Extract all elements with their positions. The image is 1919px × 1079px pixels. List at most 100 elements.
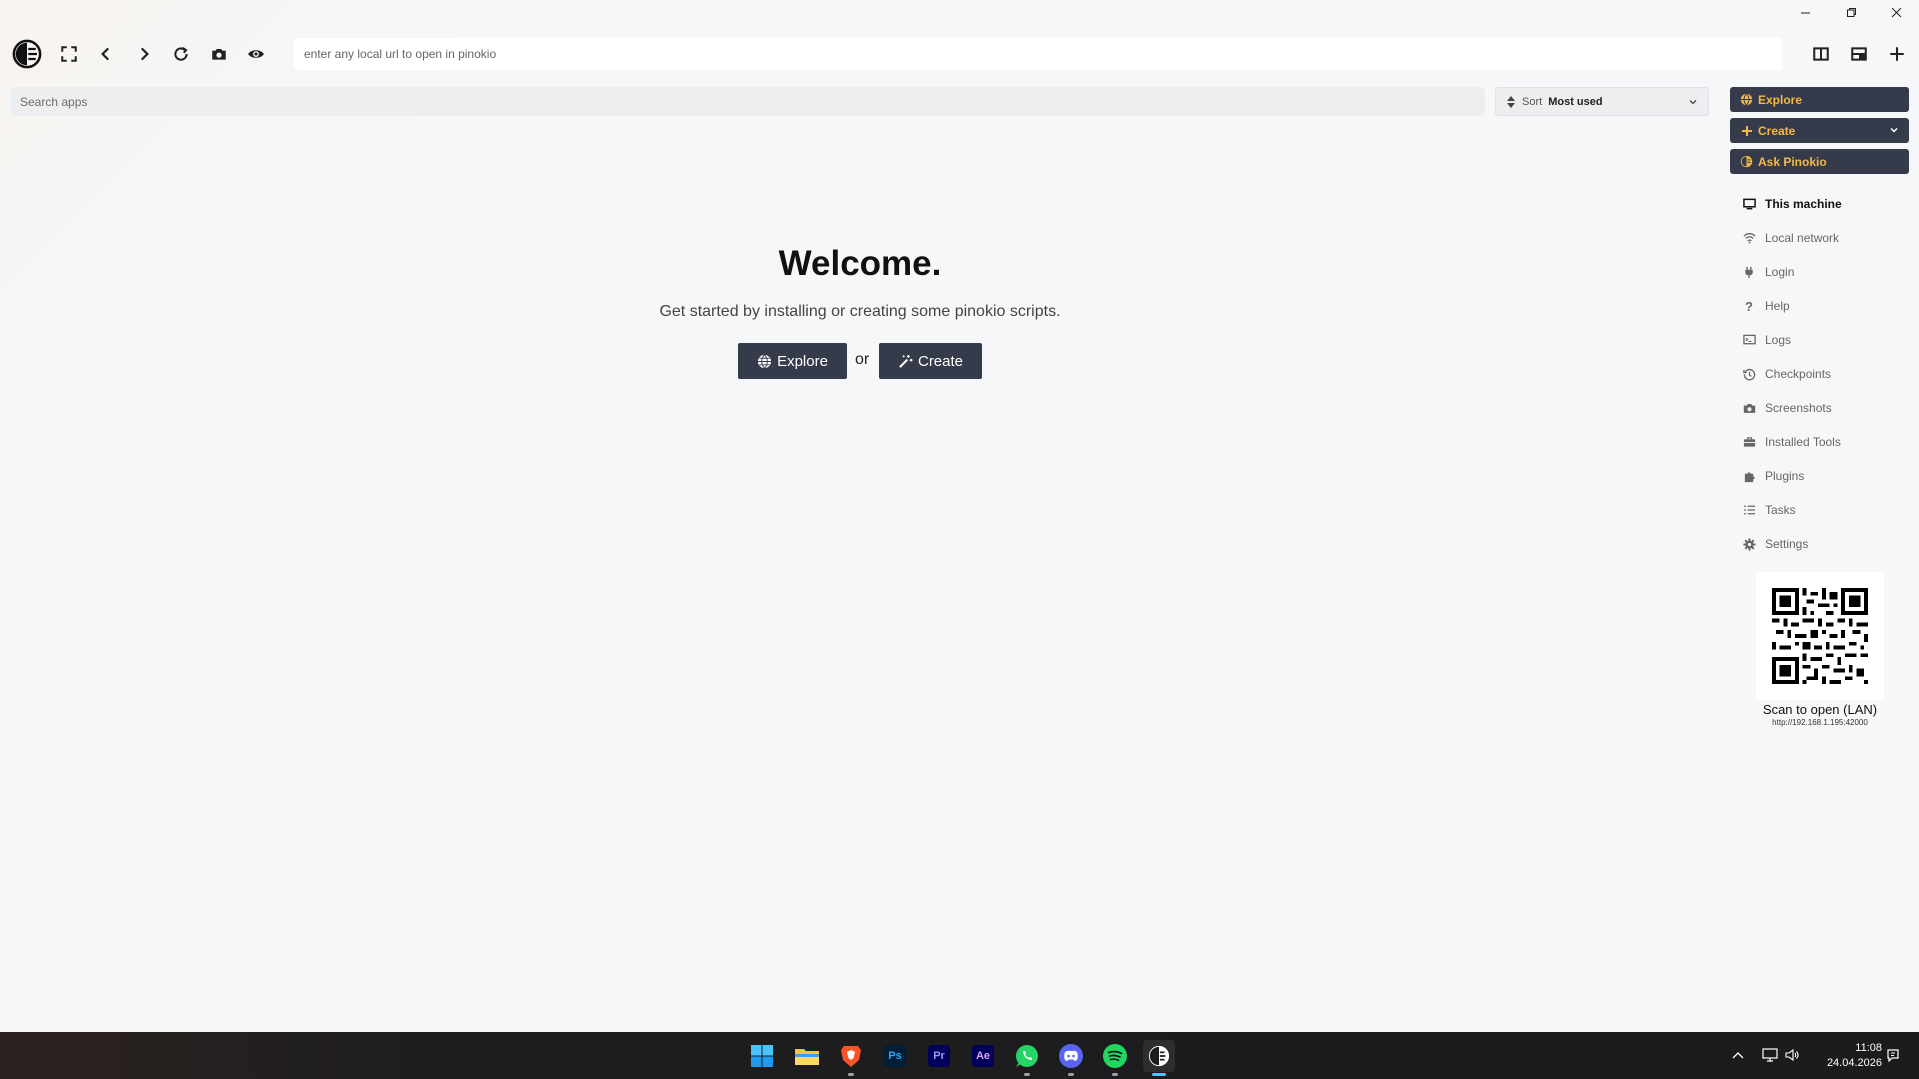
sidebar-item-this-machine[interactable]: This machine [1742, 187, 1912, 221]
explore-button-label: Explore [777, 352, 828, 370]
create-button[interactable]: Create [879, 343, 982, 379]
sidebar-explore-label: Explore [1758, 92, 1803, 107]
speaker-icon [1785, 1048, 1799, 1062]
sidebar-ask-label: Ask Pinokio [1758, 154, 1827, 169]
tray-overflow-button[interactable] [1729, 1046, 1747, 1064]
sidebar-item-checkpoints[interactable]: Checkpoints [1742, 357, 1912, 391]
notification-icon [1887, 1049, 1899, 1062]
sidebar-nav: This machine Local network Login ? Help … [1742, 187, 1912, 561]
sidebar-item-label: Settings [1765, 537, 1809, 551]
camera-icon [1742, 401, 1756, 415]
sidebar-item-label: Installed Tools [1765, 435, 1841, 449]
page-title: Welcome. [778, 244, 942, 283]
close-button[interactable] [1873, 0, 1919, 24]
tray-volume-button[interactable] [1783, 1046, 1801, 1064]
minimize-icon [1800, 12, 1810, 13]
sidebar-item-label: Local network [1765, 231, 1840, 245]
qr-url: http://192.168.1.195:42000 [1772, 718, 1868, 727]
plus-icon [1740, 124, 1753, 137]
sidebar-item-label: Logs [1765, 333, 1792, 347]
photoshop-icon: Ps [884, 1045, 906, 1067]
close-icon [1891, 7, 1901, 17]
sidebar-item-local-network[interactable]: Local network [1742, 221, 1912, 255]
sidebar-item-label: This machine [1765, 197, 1842, 211]
sort-icon [1507, 95, 1515, 108]
screenshot-button[interactable] [203, 38, 235, 70]
taskbar-brave[interactable] [835, 1040, 867, 1076]
taskbar-spotify[interactable] [1099, 1040, 1131, 1076]
sort-label: Sort [1522, 95, 1543, 108]
fullscreen-button[interactable] [53, 38, 85, 70]
home-button[interactable] [10, 37, 44, 71]
start-icon [751, 1045, 773, 1067]
sort-select[interactable]: Sort Most used [1495, 87, 1709, 116]
pinokio-icon [1740, 155, 1753, 168]
taskbar-whatsapp[interactable] [1011, 1040, 1043, 1076]
page-subtitle: Get started by installing or creating so… [659, 303, 1061, 320]
sidebar-explore-button[interactable]: Explore [1730, 87, 1909, 112]
taskbar-clock[interactable]: 11:08 24.04.2026 [1810, 1041, 1882, 1071]
title-bar [0, 0, 1919, 30]
monitor-icon [1742, 197, 1756, 211]
taskbar-photoshop[interactable]: Ps [879, 1040, 911, 1072]
puzzle-icon [1742, 469, 1756, 483]
sidebar-create-button[interactable]: Create [1730, 118, 1909, 143]
sidebar-item-tasks[interactable]: Tasks [1742, 493, 1912, 527]
after-effects-label: Ae [975, 1050, 991, 1062]
split-vertical-button[interactable] [1805, 38, 1837, 70]
or-text: or [855, 351, 870, 368]
terminal-icon [1742, 333, 1756, 347]
pinokio-logo-icon [12, 39, 42, 69]
new-tab-button[interactable] [1881, 38, 1913, 70]
discord-icon [1059, 1044, 1083, 1068]
sidebar-item-logs[interactable]: Logs [1742, 323, 1912, 357]
toolbar [0, 34, 1919, 74]
sidebar-item-label: Checkpoints [1765, 367, 1832, 381]
sidebar-item-installed-tools[interactable]: Installed Tools [1742, 425, 1912, 459]
taskbar-discord[interactable] [1055, 1040, 1087, 1076]
url-input[interactable] [294, 38, 1782, 70]
search-input[interactable] [10, 87, 1485, 116]
taskbar: Ps Pr Ae [0, 1032, 1919, 1079]
running-indicator [848, 1073, 854, 1076]
sidebar-item-label: Login [1765, 265, 1795, 279]
taskbar-pinokio[interactable] [1143, 1040, 1175, 1076]
reload-icon [174, 46, 188, 61]
notifications-button[interactable] [1884, 1046, 1902, 1064]
sidebar-item-help[interactable]: ? Help [1742, 289, 1912, 323]
chevron-down-icon [1889, 124, 1899, 138]
question-icon: ? [1745, 298, 1753, 314]
plug-icon [1742, 265, 1756, 279]
sidebar-ask-button[interactable]: Ask Pinokio [1730, 149, 1909, 174]
history-icon [1742, 367, 1756, 381]
toolbox-icon [1742, 435, 1756, 449]
taskbar-premiere[interactable]: Pr [923, 1040, 955, 1072]
sidebar-item-label: Plugins [1765, 469, 1805, 483]
sidebar-item-plugins[interactable]: Plugins [1742, 459, 1912, 493]
sidebar-item-login[interactable]: Login [1742, 255, 1912, 289]
premiere-icon: Pr [928, 1045, 950, 1067]
tray-network-button[interactable] [1761, 1046, 1779, 1064]
gear-icon [1742, 537, 1756, 551]
columns-icon [1813, 47, 1829, 61]
taskbar-after-effects[interactable]: Ae [967, 1040, 999, 1072]
rows-icon [1851, 47, 1867, 61]
forward-button[interactable] [128, 38, 160, 70]
restore-button[interactable] [1828, 0, 1874, 24]
list-icon [1742, 503, 1756, 517]
start-button[interactable] [746, 1040, 778, 1072]
sidebar-item-settings[interactable]: Settings [1742, 527, 1912, 561]
sidebar-item-screenshots[interactable]: Screenshots [1742, 391, 1912, 425]
magic-wand-icon [899, 354, 913, 368]
split-horizontal-button[interactable] [1843, 38, 1875, 70]
running-indicator [1024, 1073, 1030, 1076]
wifi-icon [1742, 231, 1756, 245]
back-button[interactable] [90, 38, 122, 70]
reload-button[interactable] [165, 38, 197, 70]
explore-button[interactable]: Explore [738, 343, 847, 379]
chevron-up-icon [1732, 1052, 1744, 1059]
after-effects-icon: Ae [972, 1045, 994, 1067]
preview-button[interactable] [240, 38, 272, 70]
taskbar-file-explorer[interactable] [791, 1040, 823, 1072]
minimize-button[interactable] [1782, 0, 1828, 24]
